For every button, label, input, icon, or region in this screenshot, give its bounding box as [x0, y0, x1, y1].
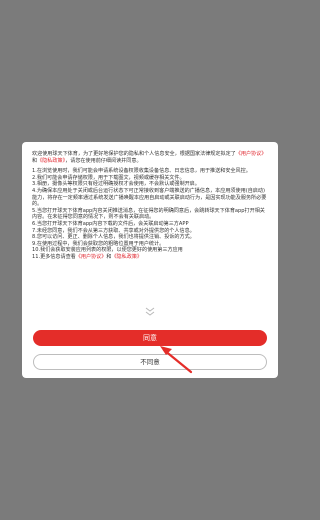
- disagree-button[interactable]: 不同意: [33, 354, 267, 370]
- privacy-policy-link[interactable]: 《隐私政策》: [37, 158, 65, 164]
- user-agreement-link-2[interactable]: 《用户协议》: [76, 254, 107, 260]
- intro-text: 欢迎使用球天下体育，为了更好地保护您的隐私和个人信息安全，根据国家法律规定拟定了: [32, 151, 236, 157]
- last-item-text: 11.更多信息请查看: [32, 253, 76, 260]
- intro-post-text: ，请您在使用前仔细阅读并同意。: [65, 157, 142, 164]
- list-item-last: 11.更多信息请查看《用户协议》和《隐私政策》: [32, 254, 268, 261]
- privacy-policy-link-2[interactable]: 《隐私政策》: [111, 254, 142, 260]
- list-item: 8.您可以访问、更正、删除个人信息，我们也将提供注销、投诉的方式。: [32, 234, 195, 241]
- intro-paragraph: 欢迎使用球天下体育，为了更好地保护您的隐私和个人信息安全，根据国家法律规定拟定了…: [32, 151, 268, 164]
- list-item: 6.当您打开球天下体育app内容下载的文件后，会关联启动第三方APP: [32, 220, 189, 227]
- pointer-arrow-icon: [160, 346, 193, 374]
- double-chevron-down-icon: [145, 307, 155, 316]
- list-item: 1.在浏览使用时，我们可能会申请系统设备权限收集设备信息、日志信息，用于推送和安…: [32, 168, 251, 175]
- user-agreement-link[interactable]: 《用户协议》: [236, 151, 267, 157]
- list-item: 10.我们会获取安装应用列表的权限，以便您更好的使用第三方应用: [32, 247, 183, 254]
- privacy-content: 欢迎使用球天下体育，为了更好地保护您的隐私和个人信息安全，根据国家法律规定拟定了…: [32, 151, 268, 261]
- agree-button[interactable]: 同意: [33, 330, 267, 346]
- list-item: 5.当您打开球天下体育app内容关闭推送消息，在征得您的明确同意后，会跳转球天下…: [32, 207, 265, 221]
- list-item: 3.相册，摄像头等权限只有经过明确授权才会使用，不会默认或强制开启。: [32, 181, 200, 188]
- list-item: 4.为确保本应用处于关闭或后台运行状态下可正常接收到客户端推送的广播信息，本应用…: [32, 187, 267, 208]
- privacy-dialog: 欢迎使用球天下体育，为了更好地保护您的隐私和个人信息安全，根据国家法律规定拟定了…: [22, 142, 278, 378]
